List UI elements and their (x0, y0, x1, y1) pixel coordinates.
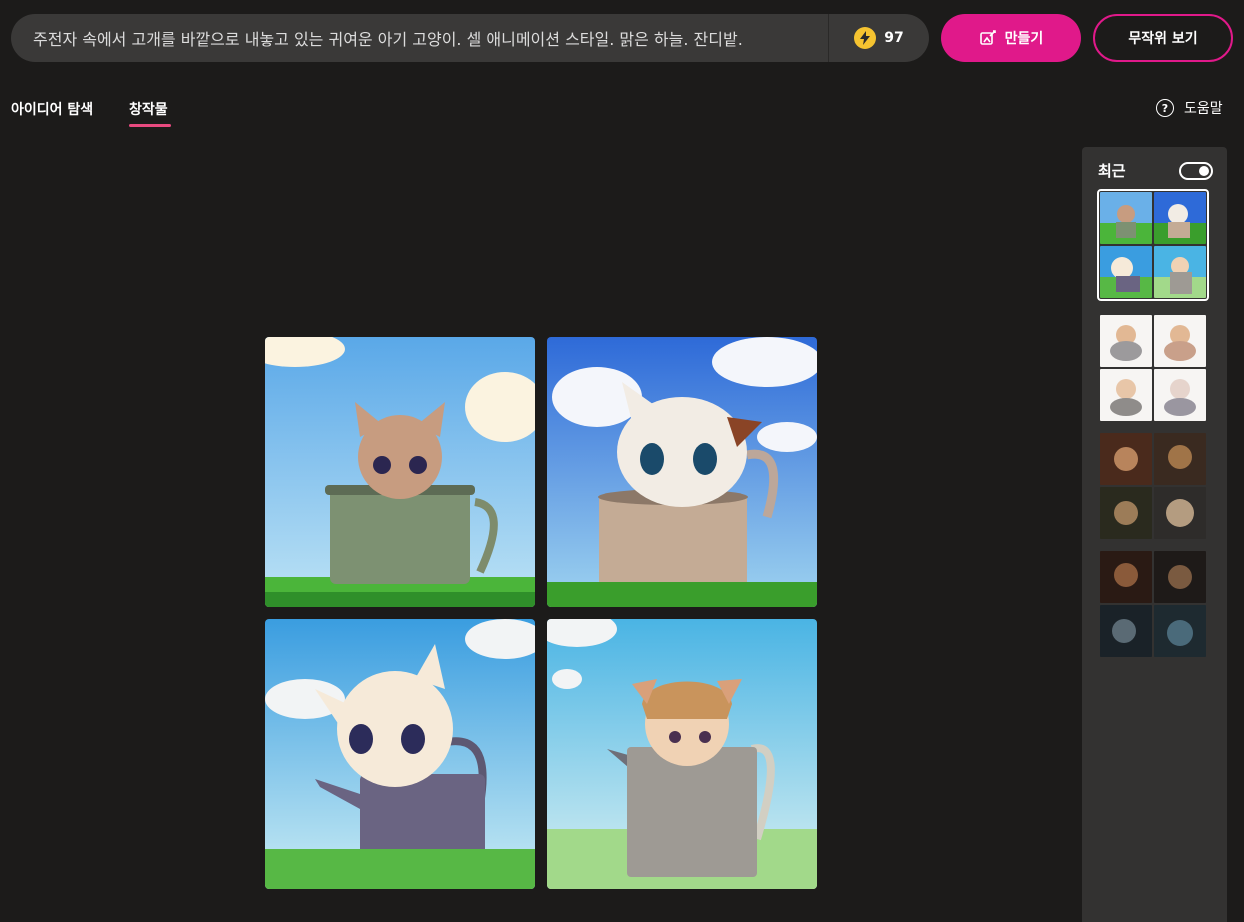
generated-image-3[interactable] (265, 619, 535, 889)
active-tab-indicator (129, 124, 171, 127)
recent-thumb (1100, 433, 1152, 485)
create-button-label: 만들기 (1004, 31, 1044, 47)
recent-thumb (1154, 192, 1206, 244)
credits-counter: 97 (828, 14, 929, 62)
recent-thumb (1100, 246, 1152, 298)
recent-thumb (1154, 246, 1206, 298)
question-circle-icon: ? (1156, 99, 1174, 117)
cream-kitten-in-watering-can-image (265, 619, 535, 889)
generated-image-4[interactable] (547, 619, 817, 889)
recent-title: 최근 (1098, 162, 1126, 180)
recent-thumb (1154, 433, 1206, 485)
recent-thumb (1100, 315, 1152, 367)
random-view-button[interactable]: 무작위 보기 (1093, 14, 1233, 62)
chibi-kitten-in-silver-kettle-image (547, 619, 817, 889)
random-button-label: 무작위 보기 (1128, 31, 1198, 47)
help-label: 도움말 (1184, 101, 1223, 117)
recent-thumb (1154, 487, 1206, 539)
credit-count: 97 (884, 30, 904, 46)
generated-image-2[interactable] (547, 337, 817, 607)
recent-thumb (1154, 551, 1206, 603)
recent-toggle[interactable] (1179, 162, 1213, 180)
recent-thumb (1100, 192, 1152, 244)
recent-group-1[interactable] (1097, 189, 1209, 301)
create-button[interactable]: 만들기 (941, 14, 1081, 62)
help-link[interactable]: ? 도움말 (1156, 98, 1223, 118)
recent-thumb (1154, 315, 1206, 367)
white-kitten-in-cup-image (547, 337, 817, 607)
tab-creations[interactable]: 창작물 (129, 99, 168, 119)
prompt-input[interactable]: 주전자 속에서 고개를 바깥으로 내놓고 있는 귀여운 아기 고양이. 셀 애니… (11, 26, 828, 50)
recent-thumb (1154, 605, 1206, 657)
recent-thumb (1100, 551, 1152, 603)
recent-thumb (1100, 369, 1152, 421)
lightning-bolt-icon (854, 27, 877, 49)
generated-image-1[interactable] (265, 337, 535, 607)
tab-explore-ideas[interactable]: 아이디어 탐색 (11, 99, 93, 119)
prompt-bar: 주전자 속에서 고개를 바깥으로 내놓고 있는 귀여운 아기 고양이. 셀 애니… (11, 14, 929, 62)
recent-panel: 최근 (1082, 147, 1227, 922)
recent-thumb (1100, 487, 1152, 539)
recent-thumb (1154, 369, 1206, 421)
recent-group-2[interactable] (1100, 315, 1206, 421)
recent-group-4[interactable] (1100, 551, 1206, 657)
edit-image-icon (979, 29, 997, 47)
kitten-in-green-kettle-image (265, 337, 535, 607)
recent-group-3[interactable] (1100, 433, 1206, 539)
recent-thumb (1100, 605, 1152, 657)
